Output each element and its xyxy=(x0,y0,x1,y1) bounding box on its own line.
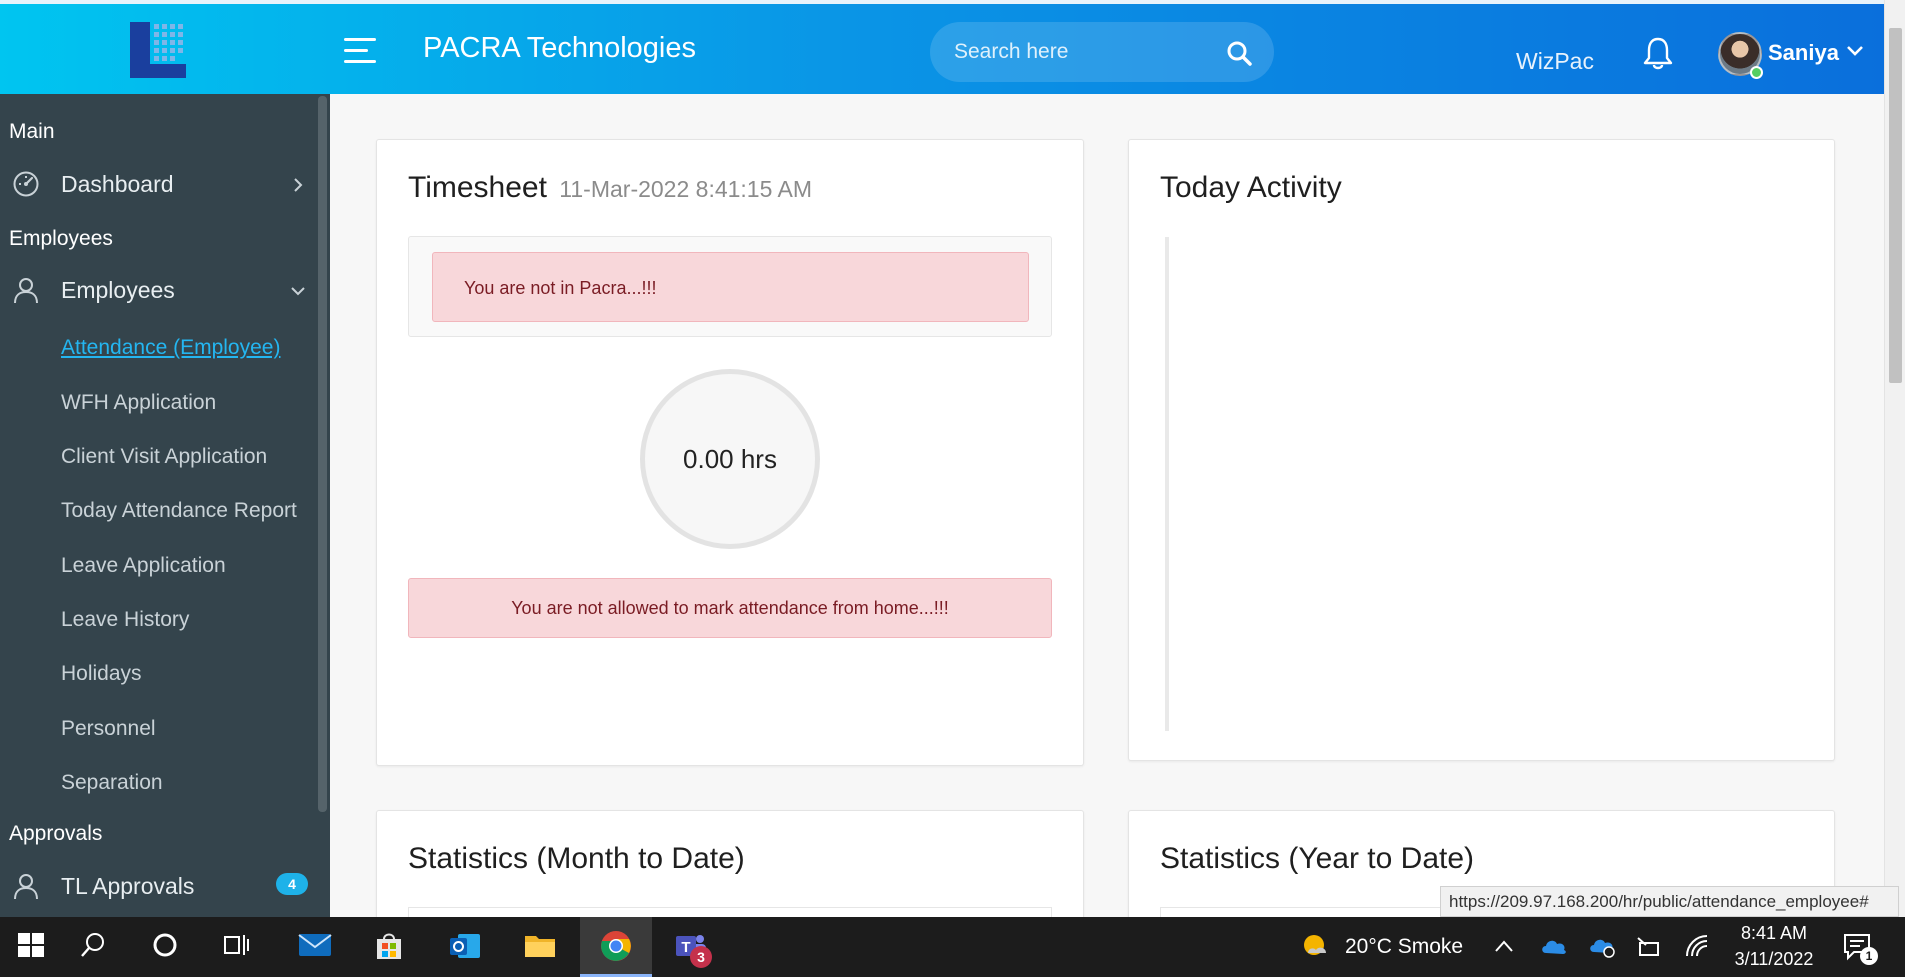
taskbar-file-explorer[interactable] xyxy=(507,917,571,977)
page-scrollbar-thumb[interactable] xyxy=(1889,28,1902,383)
timesheet-heading: Timesheet xyxy=(408,171,547,204)
notification-count-badge: 1 xyxy=(1860,947,1878,965)
sidebar-section-employees: Employees xyxy=(9,227,113,250)
punch-info-box: You are not in Pacra...!!! xyxy=(408,236,1052,337)
windows-taskbar: T 20°C Smoke 8:41 AM 3/11/2022 1 xyxy=(0,917,1905,977)
page-scrollbar[interactable] xyxy=(1884,0,1905,917)
svg-text:T: T xyxy=(681,939,690,956)
start-button[interactable] xyxy=(0,917,64,977)
timesheet-card: Timesheet 11-Mar-2022 8:41:15 AM You are… xyxy=(376,139,1084,766)
task-view-button[interactable] xyxy=(206,917,270,977)
sidebar-sub-leave-application[interactable]: Leave Application xyxy=(61,554,226,578)
chevron-up-icon[interactable] xyxy=(1494,939,1514,953)
sidebar-sub-today-attendance-report[interactable]: Today Attendance Report xyxy=(61,499,297,523)
location-alert: You are not in Pacra...!!! xyxy=(432,252,1029,322)
hours-circle: 0.00 hrs xyxy=(640,369,820,549)
top-header: PACRA Technologies WizPac Saniya xyxy=(0,0,1884,94)
taskbar-outlook-app[interactable] xyxy=(432,917,496,977)
statistics-month-title: Statistics (Month to Date) xyxy=(408,842,745,875)
sidebar-item-label: TL Approvals xyxy=(61,873,195,899)
user-icon xyxy=(14,874,38,900)
user-icon xyxy=(14,278,38,304)
sidebar-item-label: Dashboard xyxy=(61,171,174,197)
taskbar-chrome-app[interactable] xyxy=(580,917,652,977)
search-icon[interactable] xyxy=(1226,40,1252,66)
chevron-down-icon[interactable] xyxy=(1846,45,1864,57)
bell-icon[interactable] xyxy=(1642,36,1674,70)
store-icon xyxy=(377,933,401,959)
hamburger-bar xyxy=(344,60,376,63)
sidebar-item-label: Employees xyxy=(61,277,175,303)
app-title: PACRA Technologies xyxy=(423,32,696,64)
network-icon[interactable] xyxy=(1636,935,1662,959)
search-icon xyxy=(81,933,104,957)
wizpac-link[interactable]: WizPac xyxy=(1516,48,1594,75)
windows-logo-icon xyxy=(18,933,44,957)
wfh-alert: You are not allowed to mark attendance f… xyxy=(408,578,1052,638)
pacra-logo[interactable] xyxy=(128,20,190,82)
timesheet-title: Timesheet 11-Mar-2022 8:41:15 AM xyxy=(408,171,812,205)
folder-icon xyxy=(525,936,555,957)
onedrive-sync-icon[interactable] xyxy=(1588,935,1616,959)
onedrive-icon[interactable] xyxy=(1540,935,1568,957)
weather-icon[interactable] xyxy=(1300,931,1332,961)
sidebar-sub-wfh-application[interactable]: WFH Application xyxy=(61,391,216,415)
weather-text[interactable]: 20°C Smoke xyxy=(1345,935,1463,959)
chevron-right-icon xyxy=(294,178,303,192)
activity-timeline xyxy=(1165,237,1169,731)
online-status-dot xyxy=(1750,66,1763,79)
search-box xyxy=(930,22,1274,82)
sidebar-section-main: Main xyxy=(9,120,55,143)
sidebar-item-employees[interactable]: Employees xyxy=(0,265,318,315)
hamburger-bar xyxy=(344,38,376,41)
task-view-icon xyxy=(224,935,249,955)
sidebar-scrollbar[interactable] xyxy=(318,96,327,812)
menu-toggle-button[interactable] xyxy=(344,38,376,64)
logo-area xyxy=(0,4,330,94)
sidebar-sub-client-visit-application[interactable]: Client Visit Application xyxy=(61,445,267,469)
taskbar-store-app[interactable] xyxy=(357,917,421,977)
mail-icon xyxy=(298,934,332,956)
statistics-year-title: Statistics (Year to Date) xyxy=(1160,842,1475,875)
count-badge: 4 xyxy=(276,873,308,895)
chevron-down-icon xyxy=(291,287,305,296)
user-name[interactable]: Saniya xyxy=(1768,40,1839,66)
teams-count-badge: 3 xyxy=(690,946,712,968)
timesheet-datetime: 11-Mar-2022 8:41:15 AM xyxy=(559,176,813,202)
wifi-icon[interactable] xyxy=(1684,933,1710,959)
sidebar-sub-holidays[interactable]: Holidays xyxy=(61,662,142,686)
today-activity-title: Today Activity xyxy=(1160,171,1342,204)
taskbar-mail-app[interactable] xyxy=(282,917,346,977)
sidebar-sub-separation[interactable]: Separation xyxy=(61,771,163,795)
sidebar-sub-personnel[interactable]: Personnel xyxy=(61,717,156,741)
cortana-button[interactable] xyxy=(134,917,198,977)
sidebar-item-dashboard[interactable]: Dashboard xyxy=(0,159,318,209)
sidebar: Main Dashboard Employees Employees Atten… xyxy=(0,94,330,917)
today-activity-card: Today Activity xyxy=(1128,139,1835,761)
link-status-url: https://209.97.168.200/hr/public/attenda… xyxy=(1440,886,1899,917)
clock-time[interactable]: 8:41 AM xyxy=(1738,923,1810,944)
sidebar-item-tl-approvals[interactable]: TL Approvals 4 xyxy=(0,861,318,911)
taskbar-search-button[interactable] xyxy=(62,917,126,977)
outlook-icon xyxy=(450,934,480,958)
sidebar-sub-leave-history[interactable]: Leave History xyxy=(61,608,189,632)
dashboard-gauge-icon xyxy=(13,171,39,197)
cortana-circle-icon xyxy=(153,933,177,957)
search-input[interactable] xyxy=(954,36,1214,68)
hamburger-bar xyxy=(344,49,368,52)
chrome-icon xyxy=(601,931,631,961)
sidebar-section-approvals: Approvals xyxy=(9,822,103,845)
clock-date[interactable]: 3/11/2022 xyxy=(1727,949,1821,970)
sidebar-sub-attendance-employee[interactable]: Attendance (Employee) xyxy=(61,336,280,360)
